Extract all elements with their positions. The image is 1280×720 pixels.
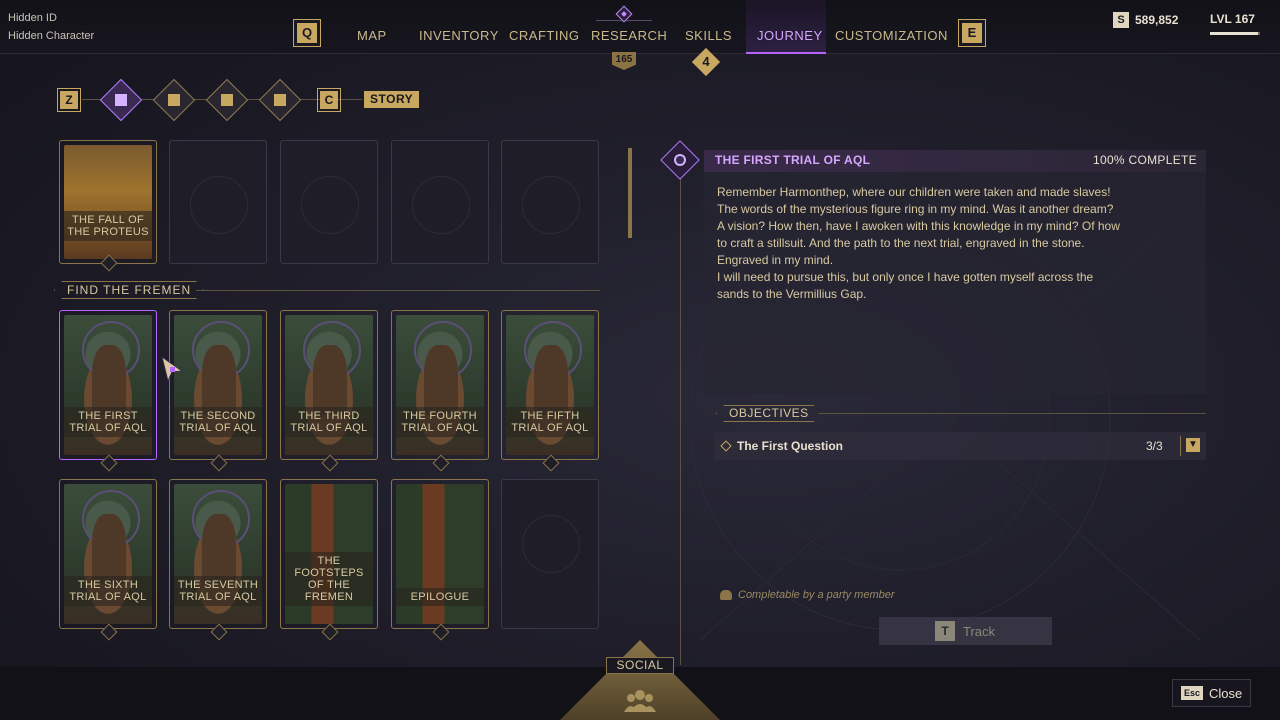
tab-research[interactable]: RESEARCH (591, 28, 667, 43)
tab-journey[interactable]: JOURNEY (757, 28, 823, 43)
detail-connector-line (680, 175, 681, 665)
section-divider (196, 290, 600, 291)
card-label: THE FOURTH TRIAL OF AQL (396, 407, 484, 437)
active-tab-highlight (746, 0, 826, 54)
card-second-trial[interactable]: THE SECOND TRIAL OF AQL (169, 310, 267, 460)
track-key: T (935, 621, 955, 641)
track-button[interactable]: T Track (879, 617, 1052, 645)
card-footsteps[interactable]: THE FOOTSTEPS OF THE FREMEN (280, 479, 378, 629)
mouse-cursor-icon (161, 355, 184, 383)
description-line: I will need to pursue this, but only onc… (717, 270, 1094, 284)
tab-inventory[interactable]: INVENTORY (419, 28, 499, 43)
card-seventh-trial[interactable]: THE SEVENTH TRIAL OF AQL (169, 479, 267, 629)
card-label: THE THIRD TRIAL OF AQL (285, 407, 373, 437)
social-group-icon[interactable] (624, 688, 656, 712)
social-label[interactable]: SOCIAL (606, 657, 674, 674)
section-header: FIND THE FREMEN (54, 281, 204, 299)
description-line: A vision? How then, have I awoken with t… (717, 219, 1120, 233)
card-label: EPILOGUE (396, 588, 484, 606)
card-label: THE FOOTSTEPS OF THE FREMEN (285, 552, 373, 606)
card-empty (391, 140, 489, 264)
solari-icon: S (1113, 12, 1129, 28)
card-art (64, 145, 152, 259)
esc-key: Esc (1181, 686, 1203, 700)
currency-amount: 589,852 (1135, 13, 1179, 27)
nav-next-key[interactable]: E (958, 19, 986, 47)
z-key-label: Z (60, 91, 78, 109)
player-info: Hidden ID Hidden Character (8, 9, 94, 45)
quest-completion: 100% COMPLETE (1093, 153, 1197, 167)
level-progress-fill (1210, 32, 1258, 35)
q-key-label: Q (297, 23, 317, 43)
close-label: Close (1209, 685, 1243, 701)
card-empty (501, 479, 599, 629)
quest-title: THE FIRST TRIAL OF AQL (715, 153, 871, 167)
card-empty (169, 140, 267, 264)
card-list-scrollbar[interactable] (628, 148, 632, 238)
tab-map[interactable]: MAP (357, 28, 387, 43)
nav-prev-key[interactable]: Q (293, 19, 321, 47)
player-character: Hidden Character (8, 30, 95, 42)
tab-customization[interactable]: CUSTOMIZATION (835, 28, 948, 43)
top-nav-bar: Hidden ID Hidden Character Q MAP INVENTO… (0, 0, 1280, 54)
skills-badge-count: 4 (702, 54, 710, 69)
description-line: Remember Harmonthep, where our children … (717, 185, 1111, 199)
card-fourth-trial[interactable]: THE FOURTH TRIAL OF AQL (391, 310, 489, 460)
objectives-header: OBJECTIVES (716, 405, 822, 422)
card-label: THE FALL OF THE PROTEUS (64, 211, 152, 241)
category-next-key[interactable]: C (317, 88, 341, 112)
card-label: THE SECOND TRIAL OF AQL (174, 407, 262, 437)
skills-badge: 4 (691, 47, 721, 77)
e-key-label: E (962, 23, 982, 43)
card-fifth-trial[interactable]: THE FIFTH TRIAL OF AQL (501, 310, 599, 460)
description-line: to craft a stillsuit. And the path to th… (717, 236, 1085, 250)
tab-crafting[interactable]: CRAFTING (509, 28, 579, 43)
card-first-trial[interactable]: THE FIRST TRIAL OF AQL (59, 310, 157, 460)
close-button[interactable]: Esc Close (1172, 679, 1251, 707)
card-empty (280, 140, 378, 264)
quest-description: Remember Harmonthep, where our children … (717, 184, 1197, 303)
category-prev-key[interactable]: Z (57, 88, 81, 112)
card-label: THE FIRST TRIAL OF AQL (64, 407, 152, 437)
category-story-label: STORY (364, 91, 420, 108)
description-line: The words of the mysterious figure ring … (717, 202, 1114, 216)
party-icon (720, 590, 732, 600)
objective-separator (1180, 436, 1181, 456)
card-label: THE FIFTH TRIAL OF AQL (506, 407, 594, 437)
track-label: Track (963, 623, 996, 639)
c-key-label: C (320, 91, 338, 109)
card-sixth-trial[interactable]: THE SIXTH TRIAL OF AQL (59, 479, 157, 629)
objective-name: The First Question (737, 439, 844, 453)
party-note-text: Completable by a party member (738, 589, 895, 601)
card-label: THE SEVENTH TRIAL OF AQL (174, 576, 262, 606)
card-label: THE SIXTH TRIAL OF AQL (64, 576, 152, 606)
card-third-trial[interactable]: THE THIRD TRIAL OF AQL (280, 310, 378, 460)
level-progress-bar (1210, 32, 1260, 35)
player-level: LVL 167 (1210, 12, 1255, 26)
card-fall-of-proteus[interactable]: THE FALL OF THE PROTEUS (59, 140, 157, 264)
objective-count: 3/3 (1146, 439, 1163, 453)
party-note: Completable by a party member (720, 589, 895, 601)
description-line: Engraved in my mind. (717, 253, 834, 267)
currency-display: S 589,852 (1113, 12, 1178, 28)
card-epilogue[interactable]: EPILOGUE (391, 479, 489, 629)
player-id: Hidden ID (8, 12, 57, 24)
objectives-divider (818, 413, 1206, 414)
card-empty (501, 140, 599, 264)
chevron-down-icon[interactable]: ▼ (1186, 438, 1200, 452)
tab-skills[interactable]: SKILLS (685, 28, 732, 43)
description-line: sands to the Vermillius Gap. (717, 287, 867, 301)
